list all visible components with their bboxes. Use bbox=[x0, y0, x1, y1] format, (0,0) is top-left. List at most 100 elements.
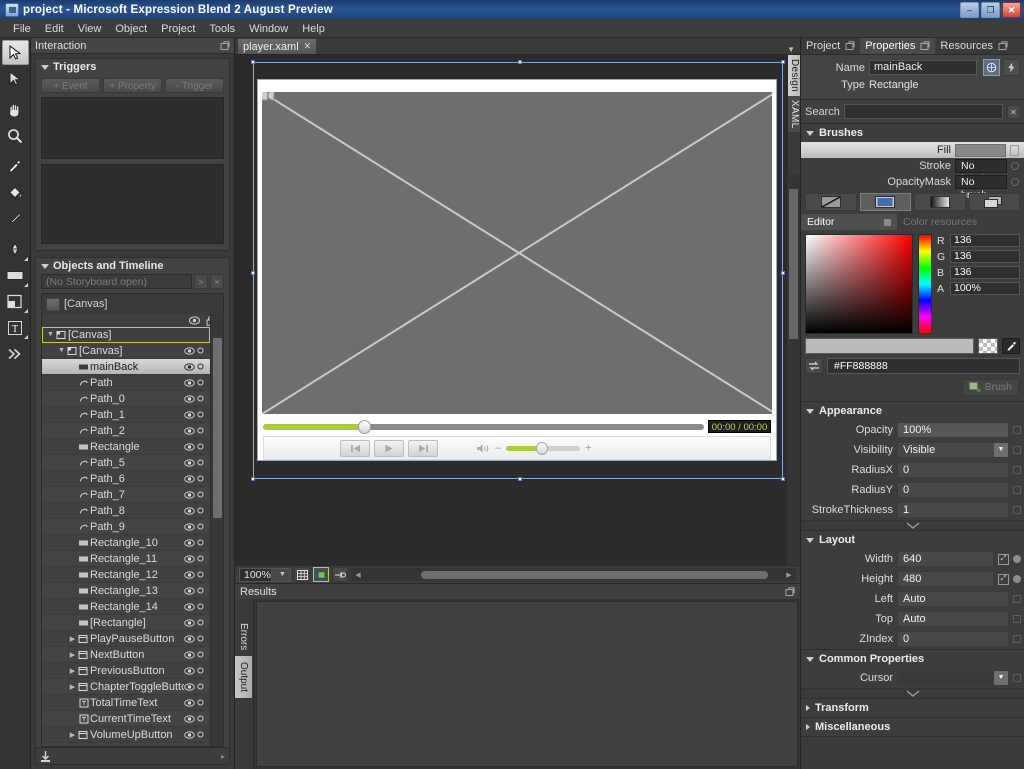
tree-item-totaltimetext[interactable]: TotalTimeText bbox=[42, 695, 210, 711]
snap-align-button[interactable] bbox=[332, 567, 348, 582]
visibility-toggle-icon[interactable] bbox=[184, 634, 195, 643]
opacity-mask-advanced-button[interactable] bbox=[1011, 178, 1019, 186]
top-advanced-marker[interactable] bbox=[1013, 615, 1021, 623]
lock-toggle-icon[interactable] bbox=[195, 731, 206, 738]
left-advanced-marker[interactable] bbox=[1013, 595, 1021, 603]
lock-toggle-icon[interactable] bbox=[195, 347, 206, 354]
tree-item-canvas[interactable]: ▼ [Canvas] bbox=[42, 343, 210, 359]
lock-toggle-icon[interactable] bbox=[195, 539, 206, 546]
hex-color-input[interactable]: #FF888888 bbox=[827, 358, 1020, 374]
visibility-toggle-icon[interactable] bbox=[184, 618, 195, 627]
lock-toggle-icon[interactable] bbox=[195, 555, 206, 562]
visibility-toggle-icon[interactable] bbox=[184, 698, 195, 707]
scroll-left-icon[interactable]: ◀ bbox=[351, 571, 365, 579]
visibility-advanced-marker[interactable] bbox=[1013, 446, 1021, 454]
trigger-list[interactable] bbox=[41, 97, 224, 159]
float-panel-icon[interactable] bbox=[219, 40, 230, 51]
visibility-toggle-icon[interactable] bbox=[184, 714, 195, 723]
chevron-right-icon[interactable]: ▶ bbox=[68, 651, 77, 659]
lock-toggle-icon[interactable] bbox=[195, 651, 206, 658]
visibility-toggle-icon[interactable] bbox=[184, 682, 195, 691]
menu-object[interactable]: Object bbox=[108, 22, 154, 36]
visibility-toggle-icon[interactable] bbox=[184, 378, 195, 387]
visibility-toggle-icon[interactable] bbox=[184, 490, 195, 499]
menu-window[interactable]: Window bbox=[242, 22, 295, 36]
add-event-trigger-button[interactable]: + Event bbox=[41, 78, 100, 93]
volume-slider[interactable] bbox=[506, 441, 581, 455]
hue-strip[interactable] bbox=[918, 234, 932, 334]
opacity-advanced-marker[interactable] bbox=[1013, 426, 1021, 434]
tree-item-rectangle_14[interactable]: Rectangle_14 bbox=[42, 599, 210, 615]
zoom-level-combobox[interactable]: 100% ▼ bbox=[239, 567, 291, 582]
chevron-down-icon[interactable]: ▼ bbox=[46, 331, 55, 338]
chevron-right-icon[interactable]: ▶ bbox=[68, 683, 77, 691]
top-input[interactable]: Auto bbox=[897, 611, 1009, 627]
close-icon[interactable]: ✕ bbox=[304, 41, 312, 52]
tab-design[interactable]: Design bbox=[788, 55, 800, 96]
height-auto-size-icon[interactable]: ⤢ bbox=[998, 573, 1009, 585]
artboard[interactable]: 00:00 / 00:00 – + Design XAML bbox=[235, 55, 800, 565]
tree-item-path_0[interactable]: Path_0 bbox=[42, 391, 210, 407]
lock-toggle-icon[interactable] bbox=[195, 363, 206, 370]
stroke-advanced-button[interactable] bbox=[1011, 162, 1019, 170]
chevron-down-icon[interactable]: ▼ bbox=[787, 45, 800, 54]
video-placeholder[interactable] bbox=[262, 92, 772, 414]
resize-handle-right[interactable] bbox=[781, 270, 785, 275]
tree-item-path_8[interactable]: Path_8 bbox=[42, 503, 210, 519]
visibility-toggle-icon[interactable] bbox=[184, 666, 195, 675]
tree-item-mainback[interactable]: mainBack bbox=[42, 359, 210, 375]
menu-edit[interactable]: Edit bbox=[38, 22, 71, 36]
stroke-thickness-input[interactable]: 1 bbox=[897, 502, 1009, 518]
tile-brush-tab[interactable] bbox=[968, 193, 1020, 211]
scroll-right-icon[interactable]: ▶ bbox=[782, 571, 796, 579]
zoom-tool[interactable] bbox=[2, 123, 29, 148]
tree-item-rectangle_10[interactable]: Rectangle_10 bbox=[42, 535, 210, 551]
artboard-horizontal-scrollbar[interactable]: ◀ ▶ bbox=[351, 568, 796, 581]
speaker-icon[interactable] bbox=[476, 443, 490, 454]
tree-item-playpausebutton[interactable]: ▶ PlayPauseButton bbox=[42, 631, 210, 647]
tree-item-path_5[interactable]: Path_5 bbox=[42, 455, 210, 471]
visibility-toggle-icon[interactable] bbox=[184, 362, 195, 371]
objects-section-header[interactable]: Objects and Timeline bbox=[36, 258, 229, 274]
zindex-input[interactable]: 0 bbox=[897, 631, 1009, 647]
next-button[interactable] bbox=[408, 439, 438, 457]
editor-tab[interactable]: Editor bbox=[801, 214, 897, 230]
tree-item-chaptertogglebutton[interactable]: ▶ ChapterToggleButton bbox=[42, 679, 210, 695]
float-panel-icon[interactable] bbox=[844, 41, 855, 51]
document-tab-player-xaml[interactable]: player.xaml ✕ bbox=[237, 38, 318, 54]
channel-a-input[interactable]: 100% bbox=[950, 282, 1020, 295]
chevron-down-icon[interactable]: ▼ bbox=[994, 671, 1008, 685]
search-input[interactable] bbox=[843, 104, 1003, 119]
chevron-down-icon[interactable]: ▼ bbox=[994, 443, 1008, 457]
pan-tool[interactable] bbox=[2, 97, 29, 122]
tree-item-path_9[interactable]: Path_9 bbox=[42, 519, 210, 535]
assets-chevron-tool[interactable] bbox=[2, 341, 29, 366]
paint-bucket-tool[interactable] bbox=[2, 180, 29, 205]
new-brush-resource-button[interactable]: Brush bbox=[961, 379, 1019, 396]
layout-panel-tool[interactable] bbox=[2, 289, 29, 314]
visibility-toggle-icon[interactable] bbox=[184, 410, 195, 419]
resize-handle-top-left[interactable] bbox=[251, 60, 255, 64]
fill-swatch[interactable] bbox=[955, 143, 1006, 157]
play-pause-button[interactable] bbox=[374, 439, 404, 457]
float-panel-icon[interactable] bbox=[784, 586, 795, 597]
transform-section-header[interactable]: Transform bbox=[801, 699, 1024, 718]
lock-toggle-icon[interactable] bbox=[195, 619, 206, 626]
stroke-value[interactable]: No brush bbox=[955, 159, 1008, 185]
visibility-toggle-icon[interactable] bbox=[184, 522, 195, 531]
record-keyframe-icon[interactable] bbox=[40, 750, 51, 762]
menu-view[interactable]: View bbox=[71, 22, 109, 36]
tab-resources[interactable]: Resources bbox=[935, 38, 1013, 54]
tree-item-canvas[interactable]: ▼ [Canvas] bbox=[42, 327, 210, 343]
tab-output[interactable]: Output bbox=[235, 656, 252, 699]
chevron-right-icon[interactable]: ▶ bbox=[68, 731, 77, 739]
events-button[interactable] bbox=[1003, 59, 1020, 76]
resize-handle-bottom-right[interactable] bbox=[781, 477, 785, 481]
appearance-expand-button[interactable] bbox=[801, 520, 1024, 530]
layout-section-header[interactable]: Layout bbox=[801, 531, 1024, 549]
remove-trigger-button[interactable]: - Trigger bbox=[165, 78, 224, 93]
resize-handle-left[interactable] bbox=[251, 270, 255, 275]
lock-toggle-icon[interactable] bbox=[195, 411, 206, 418]
tree-item-path_7[interactable]: Path_7 bbox=[42, 487, 210, 503]
chevron-right-icon[interactable]: ▶ bbox=[68, 635, 77, 643]
